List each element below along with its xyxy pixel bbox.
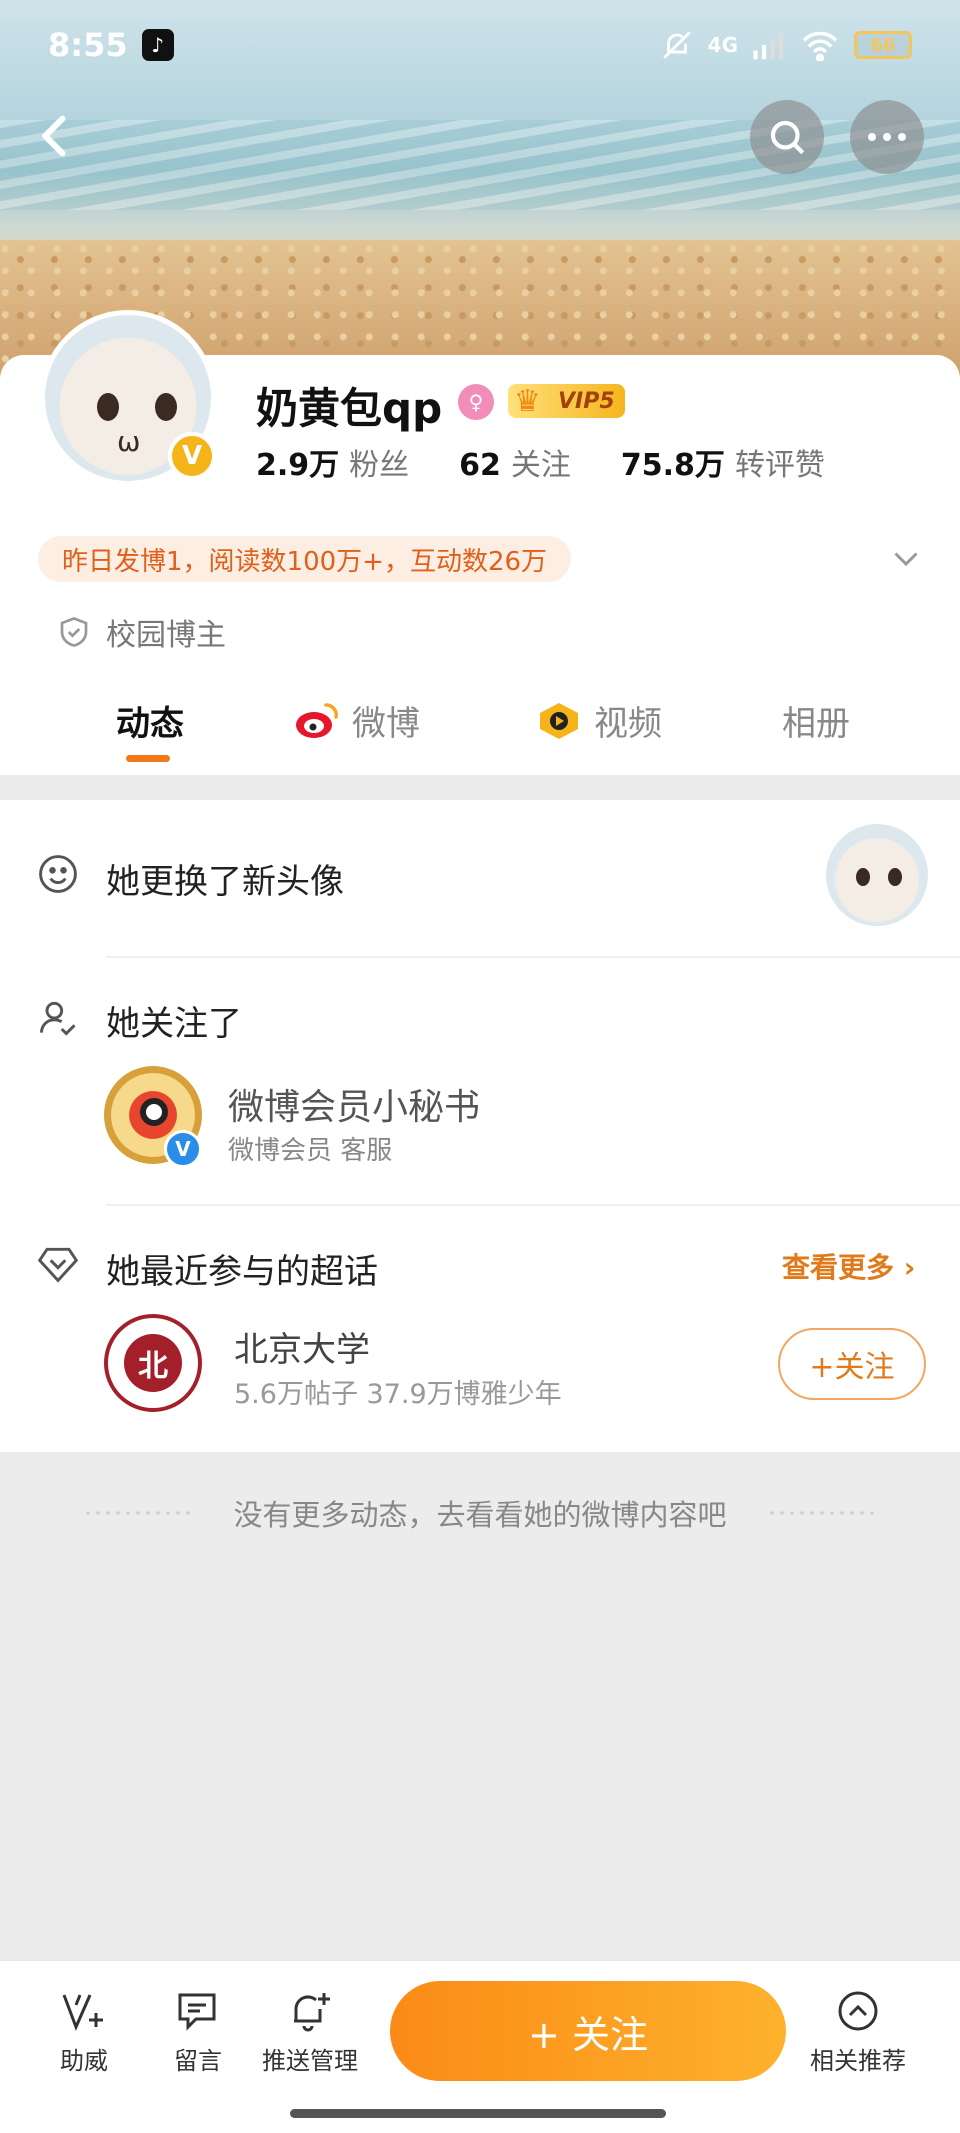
see-more-label: 查看更多 xyxy=(782,1251,895,1284)
tab-weibo[interactable]: 微博 xyxy=(294,696,420,745)
crown-icon: ♛ xyxy=(514,384,541,419)
stat-following[interactable]: 62 关注 xyxy=(459,440,571,484)
network-label: 4G xyxy=(707,33,738,57)
bell-plus-icon xyxy=(294,1993,330,2032)
bottom-action-bar: 助威 留言 推送管理 + 关注 相关推荐 xyxy=(0,1960,960,2133)
stat-value: 75.8万 xyxy=(620,448,725,483)
tab-video[interactable]: 视频 xyxy=(536,696,662,745)
cheer-button[interactable]: 助威 xyxy=(60,1989,108,2076)
dynamics-feed: 她更换了新头像 她关注了 V 微博会员小秘书 微博会员 客服 她最近参与的超话 … xyxy=(0,800,960,1452)
wifi-icon xyxy=(802,31,838,61)
avatar-change-title: 她更换了新头像 xyxy=(106,862,344,902)
tab-label: 动态 xyxy=(116,704,184,744)
dotted-line xyxy=(83,1511,194,1515)
end-of-feed-note[interactable]: 没有更多动态，去看看她的微博内容吧 xyxy=(0,1492,960,1534)
bb-label: 留言 xyxy=(174,2047,222,2075)
topic-name[interactable]: 北京大学 xyxy=(234,1322,370,1371)
activity-highlight[interactable]: 昨日发博1，阅读数100万+，互动数26万 xyxy=(38,536,572,582)
mute-bell-icon xyxy=(662,31,691,59)
shield-icon xyxy=(60,617,88,647)
tab-label: 微博 xyxy=(352,704,420,744)
vip-label: VIP5 xyxy=(558,388,615,414)
weibo-logo-icon xyxy=(296,702,338,738)
topic-stats: 5.6万帖子 37.9万博雅少年 xyxy=(234,1379,562,1410)
status-bar: 8:55 ♪ 4G 66 xyxy=(0,0,960,90)
profile-name: 奶黄包qp xyxy=(256,384,443,433)
dotted-line xyxy=(766,1511,877,1515)
super-topics-title: 她最近参与的超话 xyxy=(106,1252,378,1292)
chevron-down-icon[interactable] xyxy=(888,540,924,576)
message-button[interactable]: 留言 xyxy=(174,1989,222,2076)
female-badge-icon: ♀ xyxy=(458,384,494,420)
stat-label: 粉丝 xyxy=(349,448,410,483)
status-time: 8:55 xyxy=(48,26,128,64)
home-indicator[interactable] xyxy=(290,2109,666,2118)
thumb-eye-left xyxy=(856,868,870,886)
campus-tag: 校园博主 xyxy=(56,610,226,654)
avatar-eye-right xyxy=(155,393,177,421)
end-note-text: 没有更多动态，去看看她的微博内容吧 xyxy=(233,1498,727,1532)
smile-icon xyxy=(39,855,77,893)
tab-dynamics[interactable]: 动态 xyxy=(116,696,184,745)
stat-label: 关注 xyxy=(510,448,571,483)
search-icon xyxy=(770,120,805,155)
divider xyxy=(106,1204,960,1206)
status-right: 4G 66 xyxy=(660,28,912,62)
stat-interactions[interactable]: 75.8万 转评赞 xyxy=(621,440,825,484)
new-avatar-thumbnail[interactable] xyxy=(826,824,928,926)
battery-indicator: 66 xyxy=(854,31,912,59)
related-recommend-button[interactable]: 相关推荐 xyxy=(810,1989,906,2076)
followed-avatar-eye xyxy=(140,1098,168,1126)
vip-badge[interactable]: ♛ VIP5 xyxy=(508,384,625,419)
stat-value: 2.9万 xyxy=(256,448,340,483)
verified-badge: V xyxy=(168,432,216,480)
stat-label: 转评赞 xyxy=(734,448,825,483)
bb-label: 助威 xyxy=(60,2047,108,2075)
comment-icon xyxy=(178,1993,216,2031)
divider xyxy=(106,956,960,958)
top-nav xyxy=(0,100,960,174)
user-check-icon xyxy=(40,1001,76,1036)
chevron-up-circle-icon xyxy=(838,1991,878,2031)
followed-title: 她关注了 xyxy=(106,1004,242,1044)
bb-label: 推送管理 xyxy=(262,2047,358,2075)
video-play-icon xyxy=(540,702,578,739)
more-button[interactable] xyxy=(850,100,924,174)
pku-emblem: 北 xyxy=(124,1334,182,1392)
topic-follow-button[interactable]: +关注 xyxy=(778,1328,926,1400)
campus-tag-label: 校园博主 xyxy=(106,618,226,653)
follow-button[interactable]: + 关注 xyxy=(390,1981,786,2081)
thumb-eye-right xyxy=(888,868,902,886)
stat-fans[interactable]: 2.9万 粉丝 xyxy=(256,440,409,484)
profile-stats: 2.9万 粉丝 62 关注 75.8万 转评赞 xyxy=(256,440,825,484)
followed-user-desc: 微博会员 客服 xyxy=(228,1136,393,1166)
followed-user-name[interactable]: 微博会员小秘书 xyxy=(228,1078,480,1130)
avatar-mouth: ω xyxy=(117,425,141,458)
tab-label: 视频 xyxy=(594,704,662,744)
tiktok-icon: ♪ xyxy=(141,29,174,61)
blue-verified-badge: V xyxy=(164,1130,202,1168)
diamond-icon xyxy=(37,1247,79,1283)
back-arrow-icon[interactable] xyxy=(30,110,82,162)
tab-label: 相册 xyxy=(782,704,850,744)
see-more-link[interactable]: 查看更多 › xyxy=(782,1246,915,1286)
pku-logo[interactable]: 北 xyxy=(104,1314,202,1412)
bb-label: 相关推荐 xyxy=(810,2047,906,2075)
chevron-right-icon: › xyxy=(903,1251,916,1284)
stat-value: 62 xyxy=(459,448,501,483)
push-settings-button[interactable]: 推送管理 xyxy=(262,1989,358,2076)
cheer-v-plus-icon xyxy=(62,1994,103,2031)
signal-icon xyxy=(753,33,784,60)
more-dots-icon xyxy=(868,133,906,141)
tab-album[interactable]: 相册 xyxy=(782,696,850,745)
avatar-eye-left xyxy=(97,393,119,421)
active-tab-indicator xyxy=(126,755,170,762)
search-button[interactable] xyxy=(750,100,824,174)
